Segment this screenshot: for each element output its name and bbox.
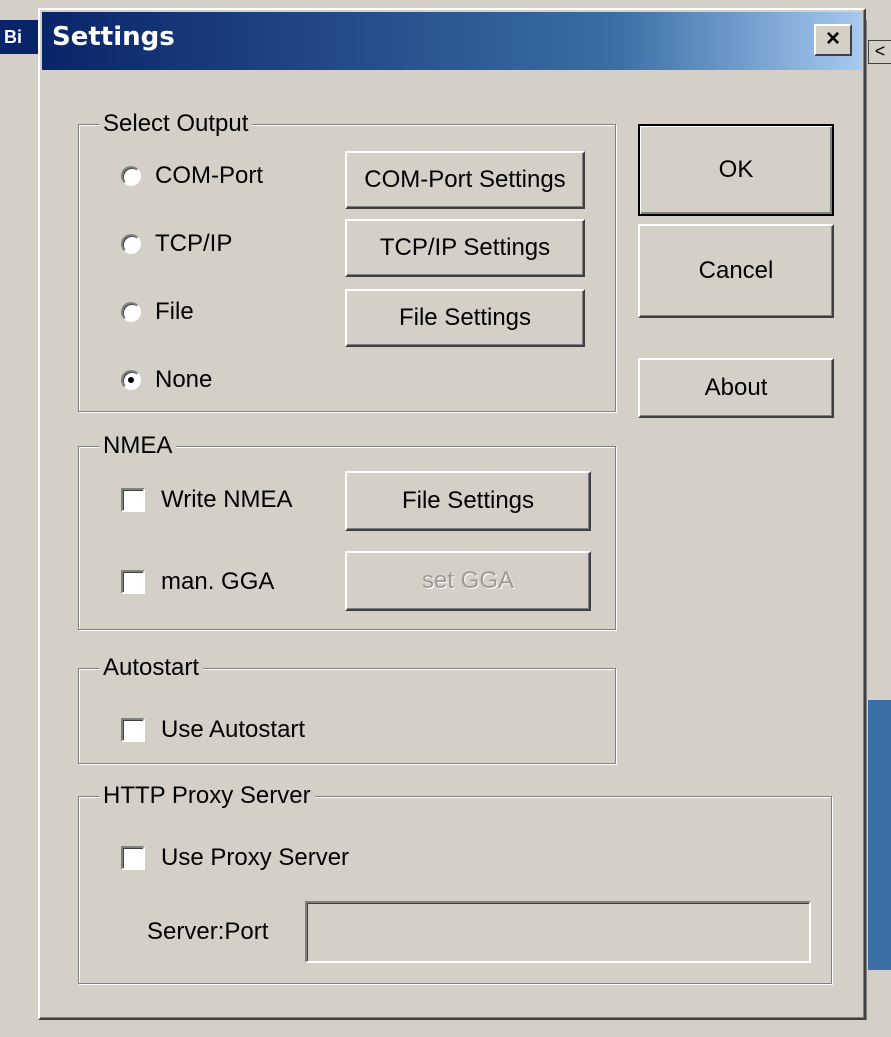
write-nmea-checkbox[interactable]	[121, 488, 145, 512]
background-scroll-arrow-icon[interactable]: <	[868, 40, 891, 64]
radio-com-port[interactable]: COM-Port	[121, 161, 263, 191]
radio-com-port-label: COM-Port	[155, 162, 263, 189]
man-gga-checkbox-row[interactable]: man. GGA	[121, 567, 274, 597]
radio-file-indicator[interactable]	[121, 302, 141, 322]
radio-none-label: None	[155, 366, 213, 393]
radio-tcpip-label: TCP/IP	[155, 230, 233, 257]
ok-label: OK	[718, 156, 754, 183]
set-gga-button[interactable]: set GGA	[345, 551, 591, 611]
tcpip-settings-button[interactable]: TCP/IP Settings	[345, 219, 585, 277]
file-settings-button[interactable]: File Settings	[345, 289, 585, 347]
http-proxy-label: HTTP Proxy Server	[99, 781, 315, 811]
set-gga-label: set GGA	[421, 567, 515, 594]
nmea-file-settings-label: File Settings	[401, 487, 535, 514]
use-autostart-label: Use Autostart	[161, 716, 306, 743]
nmea-group: NMEA Write NMEA man. GGA File Settings s…	[78, 431, 616, 630]
select-output-group: Select Output COM-Port TCP/IP File None …	[78, 109, 616, 412]
com-port-settings-button[interactable]: COM-Port Settings	[345, 151, 585, 209]
use-autostart-checkbox-row[interactable]: Use Autostart	[121, 715, 305, 745]
settings-dialog: Settings × Select Output COM-Port TCP/IP…	[38, 8, 866, 1020]
file-settings-label: File Settings	[398, 304, 532, 331]
select-output-label: Select Output	[99, 109, 253, 139]
write-nmea-checkbox-row[interactable]: Write NMEA	[121, 485, 293, 515]
http-proxy-group: HTTP Proxy Server Use Proxy Server Serve…	[78, 781, 832, 984]
man-gga-checkbox[interactable]	[121, 570, 145, 594]
cancel-button[interactable]: Cancel	[638, 224, 834, 318]
com-port-settings-label: COM-Port Settings	[364, 166, 566, 193]
use-proxy-checkbox[interactable]	[121, 846, 145, 870]
man-gga-label: man. GGA	[161, 568, 275, 595]
use-proxy-label: Use Proxy Server	[161, 844, 350, 871]
radio-file[interactable]: File	[121, 297, 194, 327]
nmea-file-settings-button[interactable]: File Settings	[345, 471, 591, 531]
write-nmea-label: Write NMEA	[161, 486, 293, 513]
close-button[interactable]: ×	[814, 24, 852, 56]
radio-tcpip[interactable]: TCP/IP	[121, 229, 232, 259]
cancel-label: Cancel	[698, 257, 774, 284]
about-label: About	[704, 374, 768, 401]
dialog-title: Settings	[52, 22, 175, 52]
about-button[interactable]: About	[638, 358, 834, 418]
radio-file-label: File	[155, 298, 194, 325]
radio-tcpip-indicator[interactable]	[121, 234, 141, 254]
autostart-label: Autostart	[99, 653, 204, 683]
autostart-group: Autostart Use Autostart	[78, 653, 616, 764]
tcpip-settings-label: TCP/IP Settings	[379, 234, 551, 261]
server-port-label: Server:Port	[147, 918, 269, 945]
ok-button[interactable]: OK	[638, 124, 834, 216]
server-port-input[interactable]	[305, 901, 811, 963]
radio-none-indicator[interactable]	[121, 370, 141, 390]
use-autostart-checkbox[interactable]	[121, 718, 145, 742]
dialog-titlebar[interactable]: Settings ×	[42, 12, 862, 70]
radio-com-port-indicator[interactable]	[121, 166, 141, 186]
background-blue-panel	[868, 700, 891, 970]
nmea-label: NMEA	[99, 431, 177, 461]
use-proxy-checkbox-row[interactable]: Use Proxy Server	[121, 843, 349, 873]
radio-none[interactable]: None	[121, 365, 212, 395]
